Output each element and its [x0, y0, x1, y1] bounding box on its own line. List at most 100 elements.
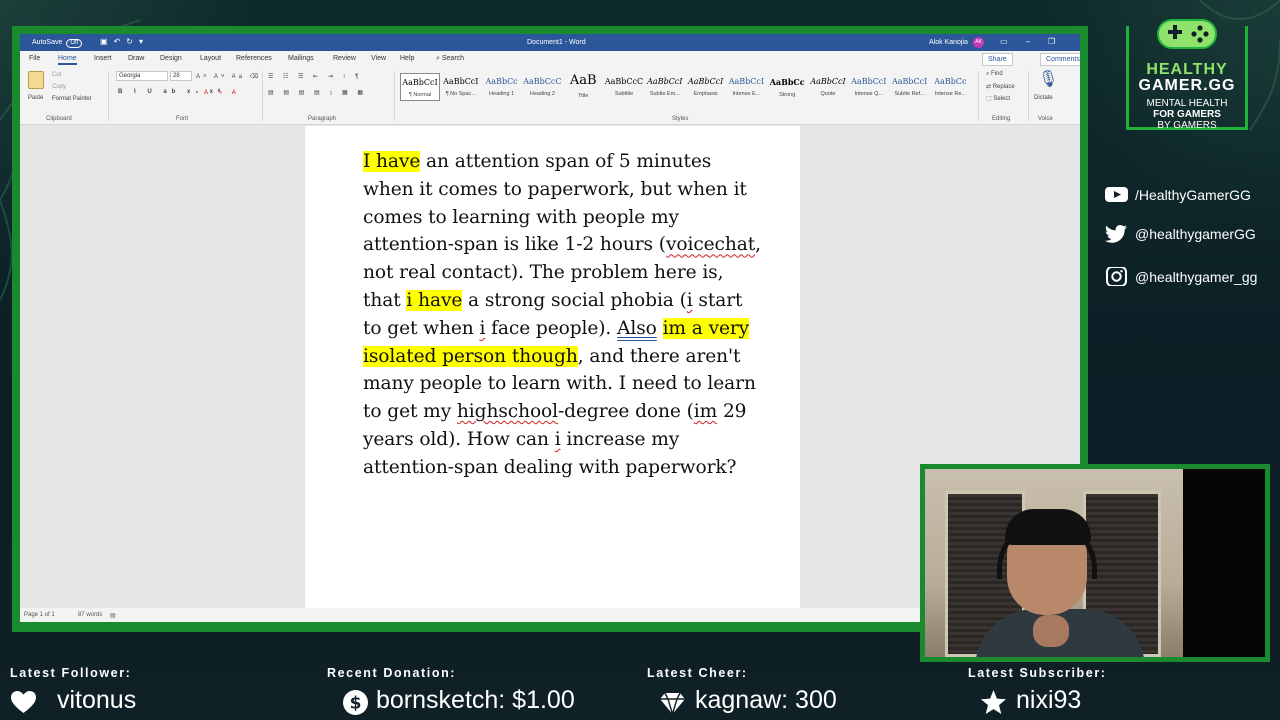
style-sample: AaBbCcI: [810, 77, 846, 86]
webcam-frame: [920, 464, 1270, 662]
style-name: Subtle Ref...: [894, 91, 925, 97]
cheer-value: kagnaw: 300: [695, 686, 837, 714]
tagline-1: MENTAL HEALTH: [1146, 98, 1228, 109]
autosave-toggle[interactable]: AutoSave Off: [32, 39, 83, 48]
share-button[interactable]: Share: [982, 53, 1013, 66]
document-text-run: -degree done (: [558, 401, 694, 423]
font-size-select[interactable]: 28: [170, 71, 192, 81]
style-card[interactable]: AaBbCcI Subtle Ref...: [890, 73, 930, 101]
tab-help[interactable]: Help: [400, 55, 414, 62]
word-count[interactable]: 87 words: [78, 612, 102, 618]
ribbon-divider: [394, 71, 395, 121]
styles-group-label: Styles: [672, 116, 689, 122]
style-card[interactable]: AaBbCcI ¶ Normal: [400, 73, 440, 101]
format-painter-button[interactable]: Format Painter: [52, 96, 92, 102]
redo-icon[interactable]: ↻: [126, 37, 139, 46]
tab-review[interactable]: Review: [333, 55, 356, 62]
tab-file[interactable]: File: [29, 55, 40, 62]
document-body[interactable]: I have an attention span of 5 minutes wh…: [363, 148, 763, 482]
style-name: Intense Q...: [854, 91, 884, 97]
ribbon-divider: [978, 71, 979, 121]
proofing-icon[interactable]: ▤: [110, 612, 116, 619]
tab-insert[interactable]: Insert: [94, 55, 112, 62]
word-titlebar: AutoSave Off ▣↶↻▾ Document1 - Word Alok K…: [20, 34, 1080, 51]
style-card[interactable]: AaBbCc Intense Re...: [930, 73, 970, 101]
style-card[interactable]: AaBbCcI Intense Q...: [849, 73, 889, 101]
tab-draw[interactable]: Draw: [128, 55, 144, 62]
select-button[interactable]: ⬚ Select: [986, 95, 1010, 102]
cheer-label: Latest Cheer:: [647, 666, 748, 680]
list-buttons[interactable]: ☰ ☷ ☰ ⇤ ⇥ ↕ ¶: [268, 73, 362, 80]
style-sample: AaBbCc: [769, 77, 805, 87]
style-card[interactable]: AaBbCcI Intense E...: [726, 73, 766, 101]
style-card[interactable]: AaBbCc Strong: [767, 73, 807, 101]
style-card[interactable]: AaB Title: [563, 73, 603, 101]
copy-button[interactable]: Copy: [52, 84, 66, 90]
style-card[interactable]: AaBbCcC Heading 2: [522, 73, 562, 101]
font-family-select[interactable]: Georgia: [116, 71, 168, 81]
youtube-icon: [1105, 187, 1128, 202]
tab-references[interactable]: References: [236, 55, 272, 62]
document-page[interactable]: I have an attention span of 5 minutes wh…: [305, 126, 800, 608]
quick-access-toolbar[interactable]: ▣↶↻▾: [100, 37, 149, 46]
tab-view[interactable]: View: [371, 55, 386, 62]
brand-line-2: GAMER.GG: [1138, 77, 1236, 94]
tab-layout[interactable]: Layout: [200, 55, 221, 62]
page-count[interactable]: Page 1 of 1: [24, 612, 55, 618]
dictate-button[interactable]: Dictate: [1034, 95, 1053, 101]
customize-icon[interactable]: ▾: [139, 37, 149, 46]
window-controls[interactable]: ▭–❐: [1000, 37, 1073, 46]
style-card[interactable]: AaBbCcI Quote: [808, 73, 848, 101]
autosave-label: AutoSave: [32, 39, 63, 46]
youtube-handle: /HealthyGamerGG: [1135, 187, 1251, 203]
highlighted-text: I have: [363, 151, 421, 172]
style-card[interactable]: AaBbCcI Subtle Em...: [645, 73, 685, 101]
tab-mailings[interactable]: Mailings: [288, 55, 314, 62]
ribbon-display-icon[interactable]: ▭: [1000, 37, 1026, 46]
healthy-gamer-logo: HEALTHY GAMER.GG MENTAL HEALTH FOR GAMER…: [1126, 18, 1248, 131]
style-sample: AaBbCcI: [443, 77, 479, 86]
comments-button[interactable]: Comments: [1040, 53, 1080, 66]
tagline-2: FOR GAMERS: [1153, 109, 1221, 120]
style-card[interactable]: AaBbCcC Subtitle: [604, 73, 644, 101]
style-card[interactable]: AaBbCcI Emphasis: [686, 73, 726, 101]
clipboard-group-label: Clipboard: [46, 116, 72, 122]
star-icon: [981, 690, 1006, 714]
tab-home[interactable]: Home: [58, 55, 77, 65]
replace-button[interactable]: ⇄ Replace: [986, 83, 1015, 90]
minimize-icon[interactable]: –: [1026, 37, 1048, 46]
undo-icon[interactable]: ↶: [114, 37, 127, 46]
font-color-buttons[interactable]: A ✎ A: [204, 89, 240, 96]
find-button[interactable]: ⌕ Find: [986, 71, 1003, 78]
document-text-run: [657, 318, 663, 339]
paste-icon[interactable]: [28, 71, 44, 89]
save-icon[interactable]: ▣: [100, 37, 114, 46]
style-sample: AaBbCcI: [851, 77, 887, 86]
font-grow-shrink[interactable]: A˄ A˅ Aa ⌫: [196, 73, 261, 80]
alignment-buttons[interactable]: ▤ ▤ ▤ ▤ ↨ ▦ ▦: [268, 89, 367, 96]
style-card[interactable]: AaBbCcI ¶ No Spac...: [441, 73, 481, 101]
paste-button[interactable]: Paste: [28, 95, 43, 101]
style-card[interactable]: AaBbCc Heading 1: [482, 73, 522, 101]
search-box[interactable]: ⌕ Search: [436, 55, 464, 63]
style-sample: AaBbCcC: [523, 77, 562, 86]
ribbon-tabs: File Home Insert Draw Design Layout Refe…: [20, 51, 1080, 67]
streamer-hands: [1033, 615, 1069, 647]
user-name[interactable]: Alok Kanojia: [929, 39, 968, 46]
tab-design[interactable]: Design: [160, 55, 182, 62]
style-sample: AaBbCcI: [647, 77, 683, 86]
style-name: Heading 2: [529, 91, 555, 97]
voice-group-label: Voice: [1038, 116, 1053, 122]
style-sample: AaBbCcI: [687, 77, 724, 86]
donation-label: Recent Donation:: [327, 666, 457, 680]
cut-button[interactable]: Cut: [52, 72, 61, 78]
style-name: Quote: [820, 91, 836, 97]
restore-icon[interactable]: ❐: [1048, 37, 1073, 46]
latest-follower: Latest Follower: vitonus: [10, 666, 136, 714]
avatar[interactable]: AK: [973, 37, 984, 48]
style-sample: AaBbCc: [485, 77, 518, 86]
microphone-icon[interactable]: 🎙: [1038, 69, 1058, 89]
style-name: Intense Re...: [934, 91, 966, 97]
style-name: Strong: [779, 92, 796, 98]
select-label: Select: [993, 96, 1011, 102]
